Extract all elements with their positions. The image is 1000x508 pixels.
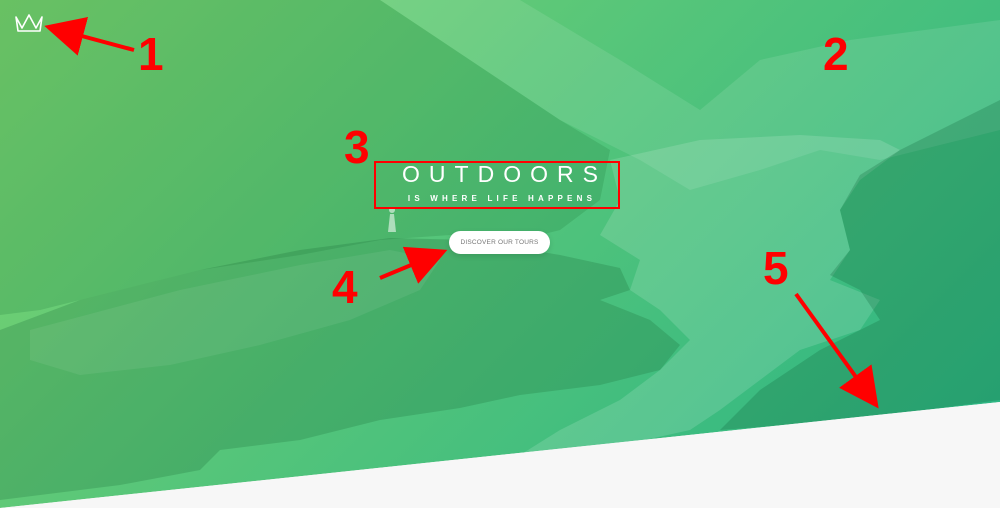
landscape-background: [0, 0, 1000, 500]
discover-tours-button[interactable]: DISCOVER OUR TOURS: [449, 231, 550, 254]
hero-title-sub: IS WHERE LIFE HAPPENS: [407, 194, 597, 203]
hero-section: OUTDOORS IS WHERE LIFE HAPPENS DISCOVER …: [0, 0, 1000, 508]
hero-title-main: OUTDOORS: [402, 161, 607, 187]
crown-icon[interactable]: [14, 12, 44, 34]
hero-heading: OUTDOORS IS WHERE LIFE HAPPENS: [0, 160, 1000, 206]
